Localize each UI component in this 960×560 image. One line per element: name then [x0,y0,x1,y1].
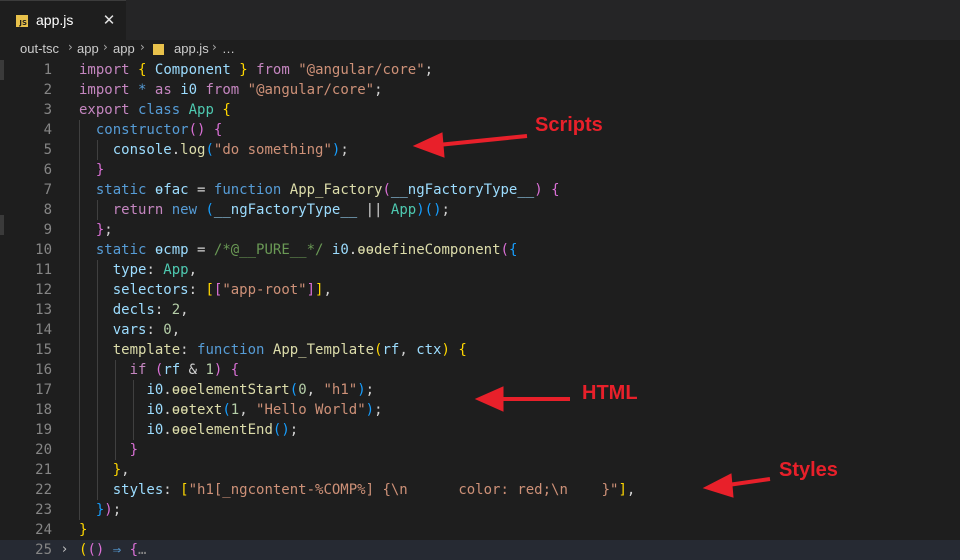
code-line: 5 console.log("do something"); [43,140,349,160]
code-line: 2 import * as i0 from "@angular/core"; [43,80,383,100]
code-text[interactable]: return new (__ngFactoryType__ || App)(); [79,200,450,220]
code-line: 14 vars: 0, [35,320,181,340]
close-icon[interactable]: ✕ [101,10,117,30]
code-line: 15 template: function App_Template(rf, c… [35,340,467,360]
chevron-right-icon[interactable]: › [62,540,67,560]
code-line: 13 decls: 2, [35,300,189,320]
code-line-folded: 25 › (() ⇒ {… [0,540,960,560]
chevron-right-icon: › [212,40,217,54]
code-text[interactable]: import * as i0 from "@angular/core"; [79,80,383,100]
code-text[interactable]: console.log("do something"); [79,140,349,160]
tab-bar: JS app.js ✕ [0,0,960,40]
code-text[interactable]: } [79,440,138,460]
code-line: 16 if (rf & 1) { [35,360,240,380]
code-text[interactable]: } [79,160,104,180]
annotation-html: HTML [582,382,638,404]
code-text[interactable]: (() ⇒ {… [79,540,146,560]
code-line: 22 styles: ["h1[_ngcontent-%COMP%] {\n c… [35,480,636,500]
annotation-styles: Styles [779,459,838,481]
js-file-icon: JS [16,15,28,27]
code-text[interactable]: }); [79,500,121,520]
breadcrumb-item-app-2[interactable]: app [113,41,135,56]
code-text[interactable]: } [79,520,87,540]
code-text[interactable]: decls: 2, [79,300,189,320]
code-line: 10 static ɵcmp = /*@__PURE__*/ i0.ɵɵdefi… [35,240,518,260]
code-line: 4 constructor() { [43,120,223,140]
code-text[interactable]: }; [79,220,113,240]
chevron-right-icon: › [103,40,108,54]
code-line: 23 }); [35,500,122,520]
code-line: 24 } [35,520,88,540]
breadcrumb: out-tsc › app › app › app.js › … [0,40,960,60]
chevron-right-icon: › [68,40,73,54]
js-file-icon [153,44,164,55]
code-line: 8 return new (__ngFactoryType__ || App)(… [43,200,450,220]
annotation-scripts: Scripts [535,114,603,136]
breadcrumb-item-app[interactable]: app [77,41,99,56]
code-text[interactable]: }, [79,460,130,480]
tab-app-js[interactable]: JS app.js ✕ [0,0,126,40]
code-line: 17 i0.ɵɵelementStart(0, "h1"); [35,380,375,400]
code-line: 18 i0.ɵɵtext(1, "Hello World"); [35,400,383,420]
code-text[interactable]: i0.ɵɵelementStart(0, "h1"); [79,380,374,400]
code-line: 19 i0.ɵɵelementEnd(); [35,420,299,440]
code-text[interactable]: template: function App_Template(rf, ctx)… [79,340,467,360]
code-line: 6 } [43,160,105,180]
code-text[interactable]: selectors: [["app-root"]], [79,280,332,300]
tab-label: app.js [36,12,74,28]
chevron-right-icon: › [140,40,145,54]
code-line: 20 } [35,440,139,460]
code-text[interactable]: vars: 0, [79,320,180,340]
code-line: 1 import { Component } from "@angular/co… [43,60,434,80]
code-text[interactable]: static ɵfac = function App_Factory(__ngF… [79,180,560,200]
code-text[interactable]: i0.ɵɵtext(1, "Hello World"); [79,400,382,420]
code-line: 12 selectors: [["app-root"]], [35,280,332,300]
code-text[interactable]: import { Component } from "@angular/core… [79,60,433,80]
breadcrumb-item-file[interactable]: app.js [174,41,209,56]
code-line: 11 type: App, [35,260,198,280]
breadcrumb-item-more[interactable]: … [222,41,235,56]
code-text[interactable]: constructor() { [79,120,222,140]
code-text[interactable]: export class App { [79,100,231,120]
code-text[interactable]: i0.ɵɵelementEnd(); [79,420,298,440]
code-line: 7 static ɵfac = function App_Factory(__n… [43,180,560,200]
code-line: 3 export class App { [43,100,231,120]
code-text[interactable]: type: App, [79,260,197,280]
code-text[interactable]: static ɵcmp = /*@__PURE__*/ i0.ɵɵdefineC… [79,240,518,260]
code-text[interactable]: if (rf & 1) { [79,360,240,380]
code-text[interactable]: styles: ["h1[_ngcontent-%COMP%] {\n colo… [79,480,636,500]
code-line: 9 }; [43,220,113,240]
breadcrumb-item-out-tsc[interactable]: out-tsc [20,41,59,56]
